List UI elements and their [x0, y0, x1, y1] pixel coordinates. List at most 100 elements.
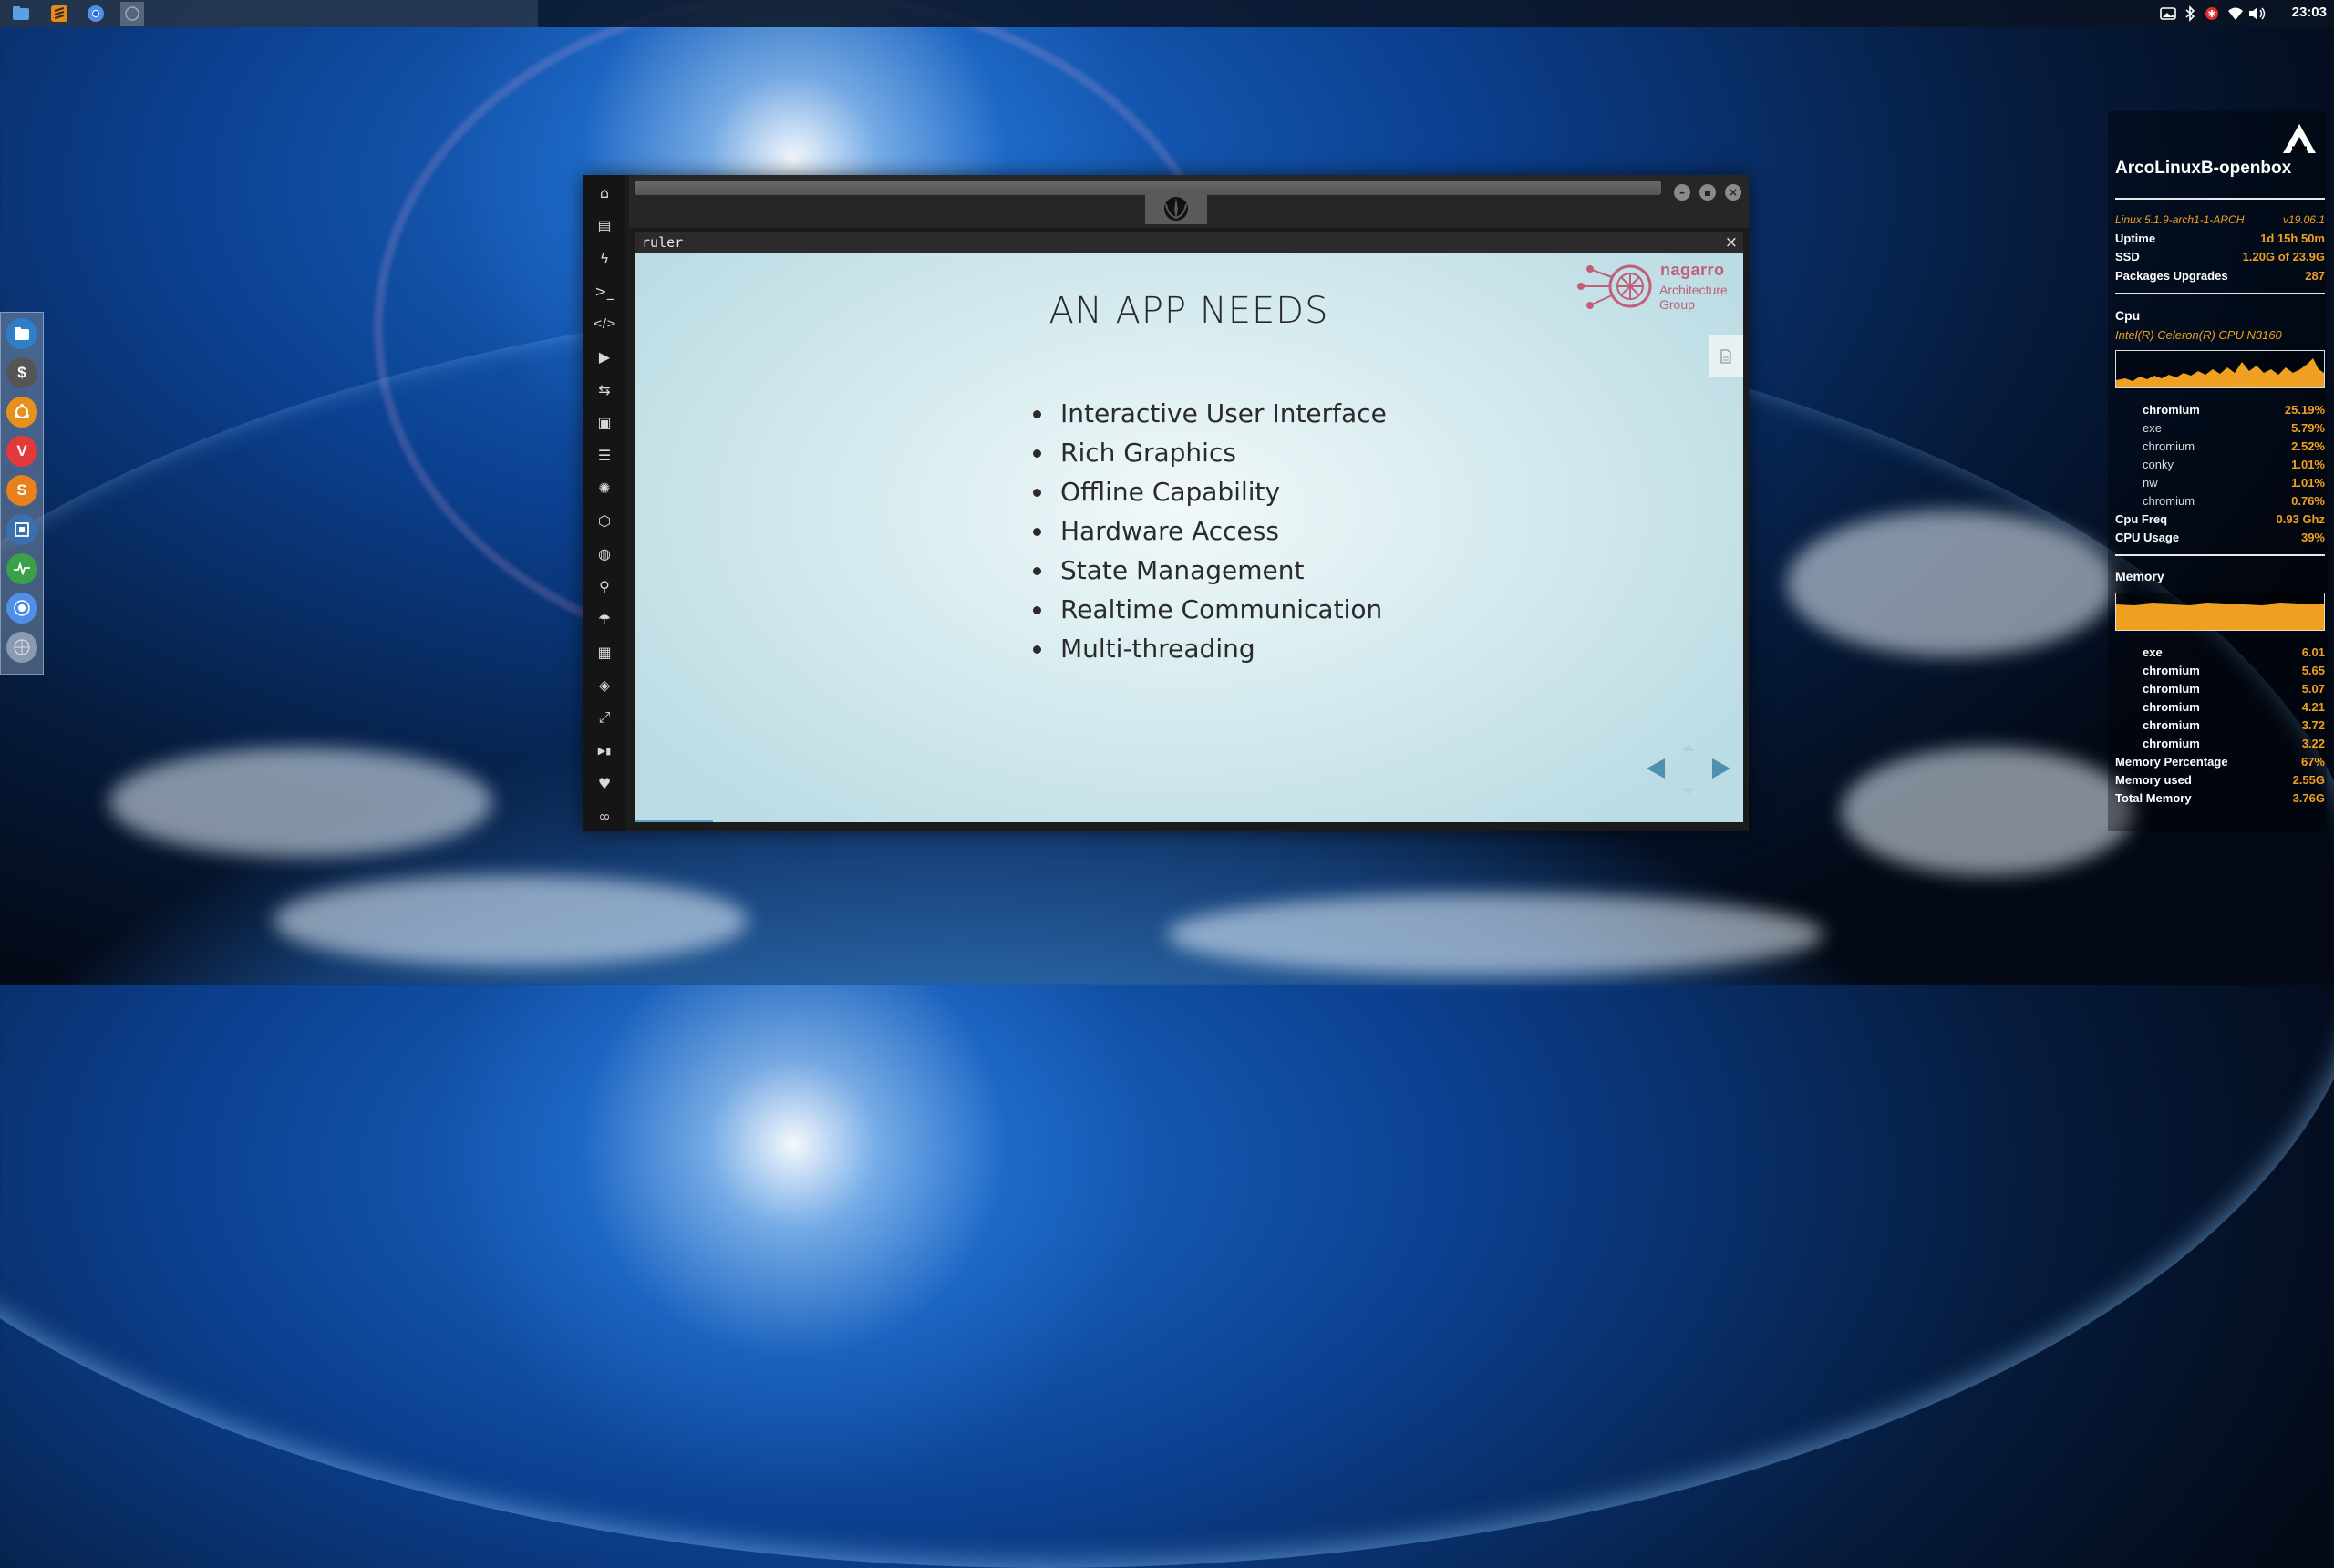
hexagon-icon[interactable]: ⬡ [591, 507, 618, 534]
lightning-icon[interactable]: ϟ [591, 244, 618, 272]
cpu-heading: Cpu [2115, 308, 2141, 323]
clock[interactable]: 23:03 [2292, 5, 2327, 20]
close-button[interactable]: × [1725, 184, 1741, 201]
mem-used-value: 2.55G [2292, 773, 2325, 787]
dock-files-icon[interactable] [6, 318, 37, 349]
divider [2115, 198, 2325, 200]
kernel-label: Linux 5.1.9-arch1-1-ARCH [2115, 213, 2245, 226]
cpu-process-row: chromium 0.76% [2115, 494, 2325, 511]
dock-screenshot-icon[interactable] [6, 514, 37, 545]
mem-total-value: 3.76G [2292, 791, 2325, 805]
mem-used-label: Memory used [2115, 773, 2192, 787]
dock-network-icon[interactable] [6, 632, 37, 663]
dock-ubuntu-icon[interactable] [6, 397, 37, 428]
maximize-button[interactable]: ▪ [1699, 184, 1716, 201]
aperture-icon[interactable]: ✺ [591, 474, 618, 501]
bluetooth-icon[interactable] [2181, 5, 2199, 23]
slide-title: AN APP NEEDS [1048, 290, 1329, 332]
process-value: 1.01% [2291, 458, 2325, 471]
dock-terminal-icon[interactable]: $ [6, 357, 37, 388]
dock-chromium-icon[interactable] [6, 593, 37, 624]
cpu-usage-row: CPU Usage 39% [2115, 531, 2325, 547]
cpu-freq-value: 0.93 Ghz [2276, 512, 2325, 526]
url-close-button[interactable]: × [1725, 233, 1738, 252]
youtube-icon[interactable]: ▶▮ [591, 737, 618, 764]
terminal-icon[interactable]: >_ [591, 277, 618, 304]
process-value: 6.01 [2301, 645, 2325, 659]
image-icon[interactable]: ▣ [591, 408, 618, 436]
divider [2115, 554, 2325, 556]
bullet-item: Rich Graphics [1055, 433, 1387, 472]
cpu-freq-label: Cpu Freq [2115, 512, 2168, 526]
rebel-emblem-icon [1145, 193, 1207, 224]
dock-sublime-icon[interactable]: S [6, 475, 37, 506]
process-value: 25.19% [2284, 403, 2325, 417]
dock-system-monitor-icon[interactable] [6, 553, 37, 584]
slide-navigation [1643, 742, 1734, 797]
cpu-graph [2115, 350, 2325, 388]
process-value: 5.79% [2291, 421, 2325, 435]
heart-icon[interactable]: ♥ [591, 769, 618, 797]
slide-notes-button[interactable] [1709, 335, 1743, 377]
process-name: chromium [2143, 494, 2195, 508]
photo-icon[interactable] [2159, 5, 2177, 23]
url-bar[interactable]: ruler × [635, 232, 1743, 253]
process-value: 3.72 [2301, 718, 2325, 732]
umbrella-icon[interactable]: ☂ [591, 605, 618, 633]
globe-icon[interactable]: ◍ [591, 540, 618, 567]
process-value: 1.01% [2291, 476, 2325, 490]
expand-icon[interactable]: ⤢ [591, 704, 618, 731]
volume-icon[interactable] [2248, 5, 2267, 23]
process-name: chromium [2143, 439, 2195, 453]
url-text[interactable]: ruler [642, 234, 683, 251]
network-alert-icon[interactable]: ✱ [2203, 5, 2221, 23]
home-icon[interactable]: ⌂ [591, 179, 618, 206]
title-bar[interactable]: – ▪ × [629, 175, 1749, 228]
code-icon[interactable]: </> [591, 310, 618, 337]
taskbar-area [0, 0, 538, 27]
presentation-slide: nagarro Architecture Group AN APP NEEDS … [635, 253, 1743, 822]
document-icon[interactable]: ▤ [591, 211, 618, 239]
minimize-button[interactable]: – [1674, 184, 1690, 201]
search-icon[interactable]: ⚲ [591, 573, 618, 600]
news-icon[interactable]: ☰ [591, 441, 618, 469]
divider [2115, 293, 2325, 294]
cpu-process-row: exe 5.79% [2115, 421, 2325, 438]
process-value: 4.21 [2301, 700, 2325, 714]
next-slide-arrow-icon[interactable] [1712, 758, 1730, 779]
mem-used-row: Memory used 2.55G [2115, 773, 2325, 789]
prev-slide-arrow-icon[interactable] [1647, 758, 1665, 779]
mem-percentage-row: Memory Percentage 67% [2115, 755, 2325, 771]
chromium-icon[interactable] [84, 2, 108, 26]
process-name: chromium [2143, 682, 2200, 696]
app-sidebar: ⌂ ▤ ϟ >_ </> ▶ ⇆ ▣ ☰ ✺ ⬡ ◍ ⚲ ☂ ▦ ◈ ⤢ ▶▮ … [584, 175, 625, 831]
infinity-icon[interactable]: ∞ [591, 802, 618, 830]
cpu-usage-value: 39% [2300, 531, 2325, 544]
translate-icon[interactable]: ⇆ [591, 376, 618, 403]
bullet-item: State Management [1055, 551, 1387, 590]
ssd-label: SSD [2115, 250, 2140, 263]
memory-graph [2115, 593, 2325, 631]
wifi-icon[interactable] [2226, 5, 2245, 23]
bullet-item: Hardware Access [1055, 511, 1387, 551]
dock-vivaldi-icon[interactable]: V [6, 436, 37, 467]
process-name: chromium [2143, 737, 2200, 750]
file-manager-icon[interactable] [9, 2, 33, 26]
sublime-text-icon[interactable] [47, 2, 71, 26]
play-icon[interactable]: ▶ [591, 343, 618, 370]
process-name: conky [2143, 458, 2174, 471]
process-name: chromium [2143, 718, 2200, 732]
wallpaper-cloud [1167, 893, 1823, 975]
bullet-item: Multi-threading [1055, 629, 1387, 668]
process-name: chromium [2143, 700, 2200, 714]
wallpaper-cloud [274, 875, 748, 966]
diamond-code-icon[interactable]: ◈ [591, 671, 618, 698]
mem-process-row: chromium 5.07 [2115, 682, 2325, 698]
contact-icon[interactable]: ▦ [591, 638, 618, 665]
cpu-process-row: chromium 2.52% [2115, 439, 2325, 456]
mem-process-row: chromium 5.65 [2115, 664, 2325, 680]
wallpaper-cloud [1787, 511, 2115, 656]
mem-process-row: chromium 3.72 [2115, 718, 2325, 735]
packages-value: 287 [2305, 269, 2325, 283]
workspace-icon[interactable] [120, 2, 144, 26]
